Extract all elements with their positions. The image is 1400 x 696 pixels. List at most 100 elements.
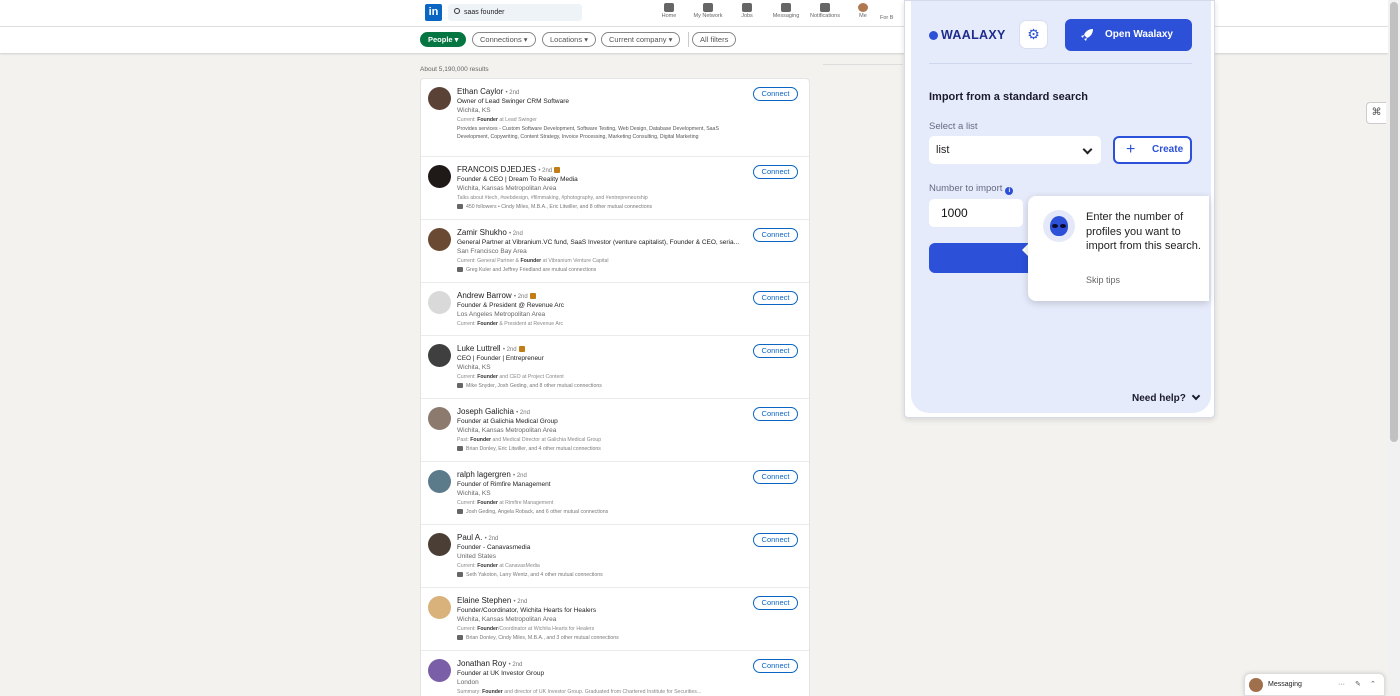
connect-button[interactable]: Connect [753,659,798,673]
network-icon [703,3,713,12]
avatar [858,3,868,12]
list-select[interactable]: list [929,136,1101,164]
connect-button[interactable]: Connect [753,165,798,179]
avatar[interactable] [428,407,451,430]
people-icon [457,509,463,515]
result-location: Wichita, KS [457,107,491,114]
result-name[interactable]: Ethan Caylor • 2nd [457,87,519,96]
filter-connections[interactable]: Connections ▾ [472,32,536,47]
result-name[interactable]: Paul A. • 2nd [457,533,498,542]
more-options-icon[interactable]: ··· [1338,674,1345,695]
create-list-button[interactable]: + Create [1113,136,1192,164]
result-headline: Founder/Coordinator, Wichita Hearts for … [457,607,597,614]
result-name-text[interactable]: FRANCOIS DJEDJES [457,165,536,174]
mutual-connections[interactable]: Mike Snyder, Josh Geding, and 8 other mu… [457,383,602,389]
results-list: Ethan Caylor • 2nd Owner of Lead Swinger… [420,78,810,696]
result-name[interactable]: Joseph Galichia • 2nd [457,407,530,416]
connect-button[interactable]: Connect [753,533,798,547]
result-name-text[interactable]: Luke Luttrell [457,344,501,353]
nav-messaging[interactable]: Messaging [768,3,804,19]
mutual-text: 450 followers • Cindy Miles, M.B.A., Eri… [466,204,653,210]
summary-bold: Founder [470,437,492,443]
number-to-import-input[interactable]: 1000 [929,199,1023,227]
result-name-text[interactable]: Jonathan Roy [457,659,506,668]
result-name-text[interactable]: Paul A. [457,533,482,542]
result-name[interactable]: Luke Luttrell • 2nd [457,344,525,353]
summary-text: Current: [457,563,478,569]
avatar[interactable] [428,87,451,110]
linkedin-logo-icon[interactable]: in [425,4,442,21]
mutual-text: Brian Donley, Eric Litwiller, and 4 othe… [466,446,601,452]
result-name-text[interactable]: Zamir Shukho [457,228,507,237]
header-divider [929,63,1192,64]
result-name[interactable]: Elaine Stephen • 2nd [457,596,527,605]
result-name[interactable]: FRANCOIS DJEDJES • 2nd [457,165,561,174]
avatar[interactable] [428,596,451,619]
nav-home-label: Home [661,13,677,19]
avatar[interactable] [428,659,451,682]
people-icon [457,204,463,210]
mutual-connections[interactable]: Brian Donley, Eric Litwiller, and 4 othe… [457,446,601,452]
chevron-up-icon[interactable]: ⌃ [1370,674,1376,695]
connect-button[interactable]: Connect [753,596,798,610]
connect-button[interactable]: Connect [753,291,798,305]
result-headline: Founder at UK Investor Group [457,670,545,677]
alien-head [1050,216,1068,236]
premium-icon [518,345,525,352]
rocket-icon [1081,29,1093,41]
nav-my-network[interactable]: My Network [690,3,726,19]
connect-button[interactable]: Connect [753,470,798,484]
result-name-text[interactable]: Andrew Barrow [457,291,512,300]
nav-for-business[interactable]: For B [880,15,904,21]
result-name-text[interactable]: Joseph Galichia [457,407,514,416]
mutual-connections[interactable]: Seth Yakoton, Larry Wentz, and 4 other m… [457,572,603,578]
scrollbar-thumb[interactable] [1390,2,1398,442]
settings-button[interactable]: ⚙ [1019,20,1048,49]
list-item: Ethan Caylor • 2nd Owner of Lead Swinger… [421,79,809,157]
connection-degree: • 2nd [513,294,528,300]
mutual-text: Brian Donley, Cindy Miles, M.B.A., and 3… [466,635,619,641]
waalaxy-planet-icon [929,31,938,40]
avatar[interactable] [428,291,451,314]
mutual-connections[interactable]: Josh Geding, Angela Roback, and 6 other … [457,509,608,515]
chat-icon [781,3,791,12]
nav-notifications[interactable]: Notifications [807,3,843,19]
connect-button[interactable]: Connect [753,228,798,242]
avatar[interactable] [428,344,451,367]
info-icon[interactable]: i [1005,187,1014,195]
skip-tips-link[interactable]: Skip tips [1086,275,1120,285]
mutual-connections[interactable]: 450 followers • Cindy Miles, M.B.A., Eri… [457,204,652,210]
avatar[interactable] [428,533,451,556]
filter-locations[interactable]: Locations ▾ [542,32,596,47]
nav-jobs[interactable]: Jobs [729,3,765,19]
result-name-text[interactable]: Elaine Stephen [457,596,511,605]
compose-icon[interactable]: ✎ [1355,674,1361,695]
search-input[interactable]: saas founder [448,4,582,21]
list-item: ralph lagergren • 2nd Founder of Rimfire… [421,462,809,525]
result-name[interactable]: Andrew Barrow • 2nd [457,291,536,300]
messaging-bar[interactable]: Messaging ··· ✎ ⌃ [1244,673,1385,696]
result-name[interactable]: ralph lagergren • 2nd [457,470,527,479]
avatar[interactable] [428,470,451,493]
result-name[interactable]: Zamir Shukho • 2nd [457,228,523,237]
filter-people[interactable]: People ▾ [420,32,467,47]
filter-all-filters[interactable]: All filters [692,32,737,47]
nav-me[interactable]: Me [845,3,881,19]
connect-button[interactable]: Connect [753,407,798,421]
scrollbar[interactable] [1388,0,1400,696]
mutual-connections[interactable]: Greg Kuler and Jeffrey Friedland are mut… [457,267,596,273]
result-name[interactable]: Jonathan Roy • 2nd [457,659,522,668]
avatar[interactable] [428,165,451,188]
waalaxy-side-tab-icon[interactable]: ⌘ [1366,102,1386,124]
connect-button[interactable]: Connect [753,344,798,358]
result-name-text[interactable]: Ethan Caylor [457,87,503,96]
result-name-text[interactable]: ralph lagergren [457,470,511,479]
connect-button[interactable]: Connect [753,87,798,101]
open-waalaxy-button[interactable]: Open Waalaxy [1065,19,1192,51]
result-services: Provides services - Custom Software Deve… [457,126,719,140]
nav-home[interactable]: Home [651,3,687,19]
mutual-connections[interactable]: Brian Donley, Cindy Miles, M.B.A., and 3… [457,635,619,641]
need-help-toggle[interactable]: Need help? [1132,391,1201,404]
filter-current-company[interactable]: Current company ▾ [601,32,681,47]
avatar[interactable] [428,228,451,251]
